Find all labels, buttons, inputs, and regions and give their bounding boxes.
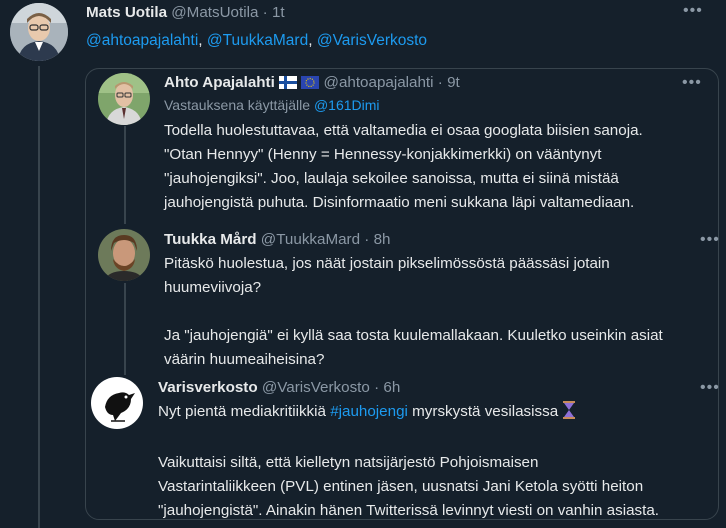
author-name[interactable]: Varisverkosto [158, 379, 258, 396]
timestamp[interactable]: 9t [447, 74, 460, 91]
person-photo-icon [98, 73, 150, 125]
person-photo-icon [98, 229, 150, 281]
text-line: väärin huumeaiheisina? [164, 351, 325, 368]
tweet-header: Ahto Apajalahti @ahtoapajalahti · 9t [164, 73, 460, 95]
text-line: "jauhojengistä". Ainakin hänen Twitteris… [158, 502, 660, 519]
more-options-icon[interactable]: ••• [683, 3, 703, 19]
mentions: @ahtoapajalahti, @TuukkaMard, @VarisVerk… [86, 31, 427, 51]
separator: · [437, 74, 443, 91]
eu-flag-icon [301, 75, 320, 95]
mention-link[interactable]: @TuukkaMard [207, 32, 308, 49]
text-line: Todella huolestuttavaa, että valtamedia … [164, 122, 643, 139]
separator: · [262, 4, 268, 21]
reply-prefix: Vastauksena käyttäjälle [164, 97, 311, 113]
text-line [164, 300, 714, 324]
more-options-icon[interactable]: ••• [682, 75, 702, 91]
text-line: Vastarintaliikkeen (PVL) entinen jäsen, … [158, 478, 644, 495]
crow-logo-icon [91, 377, 143, 429]
text-line: jauhojengistä puhuta. Disinformaatio men… [164, 194, 635, 211]
more-options-icon[interactable]: ••• [700, 380, 720, 396]
text-line: "Otan Hennyy" (Henny = Hennessy-konjakki… [164, 146, 602, 163]
author-name[interactable]: Mats Uotila [86, 4, 167, 21]
separator: · [364, 231, 370, 248]
timestamp[interactable]: 6h [383, 379, 400, 396]
tweet-header: Tuukka Mård @TuukkaMard · 8h [164, 230, 391, 250]
author-handle[interactable]: @TuukkaMard [261, 231, 360, 248]
text-fragment: Nyt pientä mediakritiikkiä [158, 403, 326, 420]
author-handle[interactable]: @MatsUotila [171, 4, 258, 21]
author-handle[interactable]: @VarisVerkosto [262, 379, 370, 396]
text-line [158, 427, 718, 451]
timestamp[interactable]: 8h [374, 231, 391, 248]
mention-separator: , [308, 32, 317, 49]
mats-uotila-avatar[interactable] [10, 3, 68, 61]
mention-link[interactable]: @VarisVerkosto [317, 32, 427, 49]
main-tweet-header: Mats Uotila @MatsUotila · 1t [86, 3, 285, 23]
text-line: Vaikuttaisi siltä, että kielletyn natsij… [158, 454, 539, 471]
author-name[interactable]: Tuukka Mård [164, 231, 257, 248]
text-line: "jauhojengiksi". Joo, laulaja sekoilee s… [164, 170, 619, 187]
ahto-apajalahti-avatar[interactable] [98, 73, 150, 125]
person-photo-icon [10, 3, 68, 61]
hourglass-icon [562, 401, 576, 427]
reply-context: Vastauksena käyttäjälle @161Dimi [164, 95, 380, 115]
finland-flag-icon [279, 75, 298, 95]
reply-to-link[interactable]: @161Dimi [314, 97, 380, 113]
separator: · [374, 379, 380, 396]
text-fragment: myrskystä vesilasissa [412, 403, 559, 420]
text-line: Ja "jauhojengiä" ei kyllä saa tosta kuul… [164, 327, 663, 344]
text-line: huumeviivoja? [164, 279, 262, 296]
varisverkosto-avatar[interactable] [91, 377, 143, 429]
timestamp[interactable]: 1t [272, 4, 285, 21]
hashtag-link[interactable]: #jauhojengi [330, 403, 408, 420]
mention-link[interactable]: @ahtoapajalahti [86, 32, 198, 49]
tweet-text: Nyt pientä mediakritiikkiä #jauhojengi m… [158, 400, 718, 523]
text-line: Pitäskö huolestua, jos näät jostain piks… [164, 255, 610, 272]
thread-connector-line [124, 283, 126, 375]
tuukka-mard-avatar[interactable] [98, 229, 150, 281]
tweet-text: Pitäskö huolestua, jos näät jostain piks… [164, 252, 714, 372]
author-handle[interactable]: @ahtoapajalahti [324, 74, 434, 91]
mention-separator: , [198, 32, 207, 49]
more-options-icon[interactable]: ••• [700, 232, 720, 248]
thread-connector-line [38, 66, 40, 528]
tweet-text: Todella huolestuttavaa, että valtamedia … [164, 119, 714, 215]
author-name[interactable]: Ahto Apajalahti [164, 74, 275, 91]
text-line: Nyt pientä mediakritiikkiä #jauhojengi m… [158, 400, 718, 427]
tweet-header: Varisverkosto @VarisVerkosto · 6h [158, 378, 400, 398]
thread-connector-line [124, 126, 126, 224]
